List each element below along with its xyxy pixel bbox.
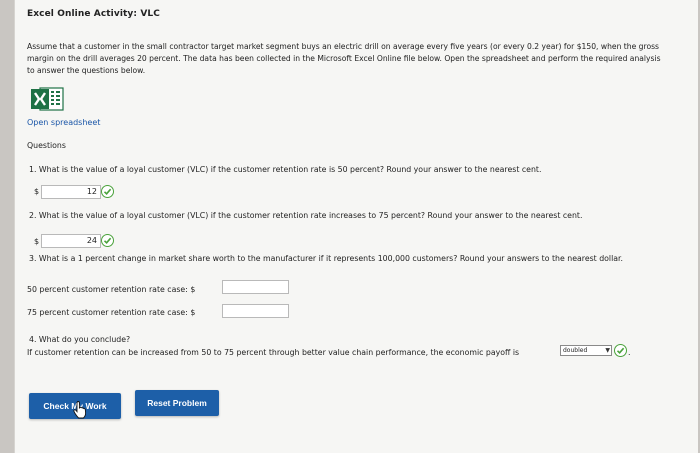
case-50-label: 50 percent customer retention rate case:… [27, 285, 196, 294]
case-50-input[interactable] [222, 280, 289, 294]
questions-heading: Questions [27, 141, 66, 150]
conclusion-statement: If customer retention can be increased f… [27, 348, 520, 357]
question-1-text: 1. What is the value of a loyal customer… [29, 165, 542, 174]
reset-problem-button[interactable]: Reset Problem [135, 390, 219, 416]
payoff-dropdown[interactable]: doubled ▼ [560, 345, 612, 356]
question-3-text: 3. What is a 1 percent change in market … [29, 254, 624, 263]
q1-currency: $ [34, 187, 40, 196]
q1-correct-check-icon [101, 185, 114, 198]
q2-currency: $ [34, 237, 40, 246]
question-4-text: 4. What do you conclude? [29, 335, 131, 344]
q4-correct-check-icon [614, 344, 627, 357]
open-spreadsheet-link[interactable]: Open spreadsheet [27, 118, 100, 127]
case-75-label: 75 percent customer retention rate case:… [27, 308, 196, 317]
conclusion-period: . [628, 348, 631, 357]
case-75-input[interactable] [222, 304, 289, 318]
activity-title: Excel Online Activity: VLC [27, 9, 160, 19]
excel-icon[interactable] [31, 87, 64, 111]
activity-panel: Excel Online Activity: VLC Assume that a… [14, 0, 698, 453]
q1-answer-input[interactable]: 12 [41, 185, 101, 199]
question-2-text: 2. What is the value of a loyal customer… [29, 211, 583, 220]
q2-answer-input[interactable]: 24 [41, 234, 101, 248]
q2-correct-check-icon [101, 234, 114, 247]
problem-intro: Assume that a customer in the small cont… [27, 42, 661, 75]
payoff-dropdown-value: doubled [563, 347, 588, 354]
chevron-down-icon: ▼ [605, 347, 610, 354]
hand-cursor-icon [73, 401, 87, 419]
